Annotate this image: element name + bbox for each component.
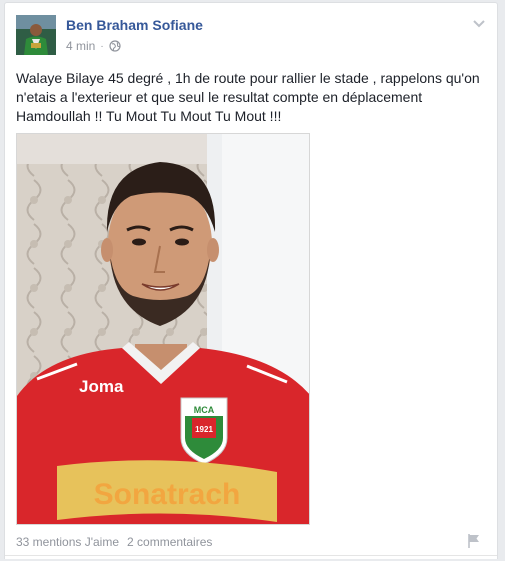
selfie-photo: Joma MCA 1921 Sonatrach [17,134,309,524]
jersey-brand-text: Joma [79,377,124,396]
likes-count[interactable]: 33 mentions J'aime [16,535,119,549]
post-photo[interactable]: Joma MCA 1921 Sonatrach [16,133,310,525]
crest-text: MCA [194,405,215,415]
author-name[interactable]: Ben Braham Sofiane [66,17,203,33]
post-meta: 4 min · [66,39,121,53]
crest-year: 1921 [195,425,213,434]
flag-icon[interactable] [467,533,481,549]
globe-icon[interactable] [109,40,121,52]
avatar-image [16,15,56,55]
chevron-down-icon[interactable] [471,17,487,31]
comments-count[interactable]: 2 commentaires [127,535,212,549]
post-card: Ben Braham Sofiane 4 min · Walaye Bilaye… [4,2,498,559]
post-timestamp[interactable]: 4 min [66,39,95,53]
jersey-sponsor-text: Sonatrach [94,478,241,511]
meta-separator: · [100,40,104,52]
post-text: Walaye Bilaye 45 degré , 1h de route pou… [16,70,480,124]
author-avatar[interactable] [16,15,56,55]
post-divider [5,555,497,561]
post-footer: 33 mentions J'aime 2 commentaires [16,535,212,549]
